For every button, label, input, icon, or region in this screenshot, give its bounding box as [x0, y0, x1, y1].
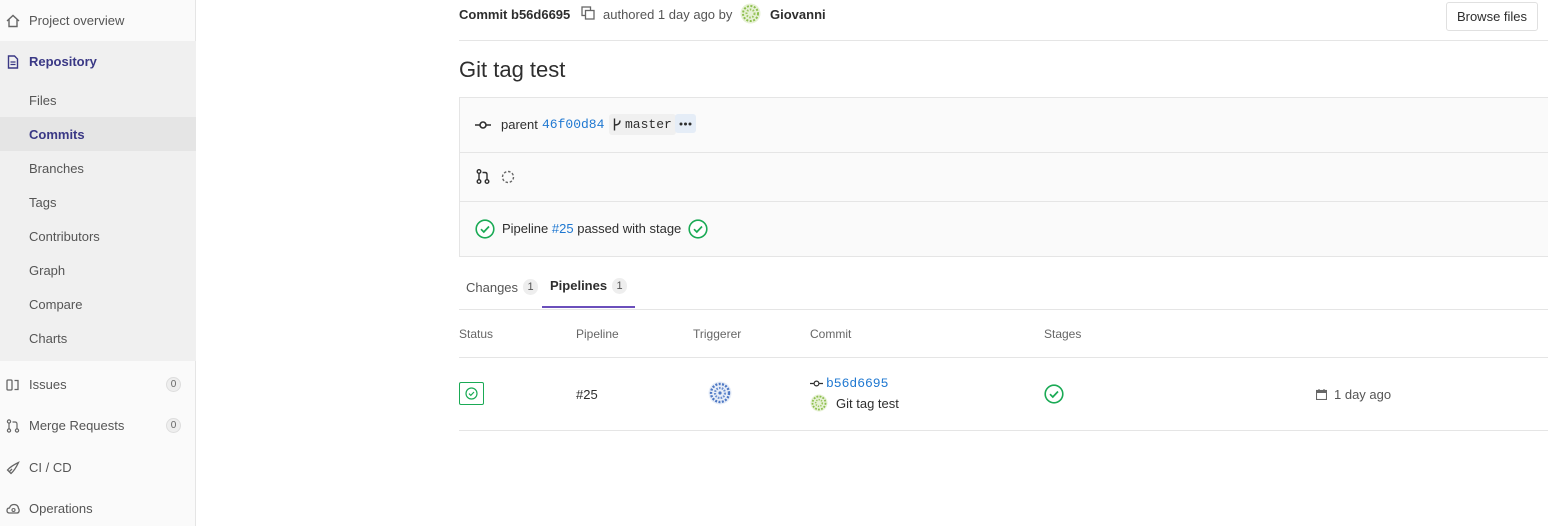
- sidebar-repository-group: Repository Files Commits Branches Tags C…: [0, 41, 196, 361]
- tab-label: Pipelines: [550, 278, 608, 293]
- sidebar-item-operations[interactable]: Operations: [0, 488, 196, 529]
- tab-pipelines[interactable]: Pipelines 1: [542, 265, 636, 308]
- column-header-commit: Commit: [810, 327, 852, 341]
- sidebar-item-label: Merge Requests: [29, 418, 125, 433]
- parent-sha-link[interactable]: 46f00d84: [542, 117, 604, 132]
- sidebar-item-label: Graph: [29, 262, 66, 278]
- parent-label: parent: [501, 117, 538, 132]
- branch-chip[interactable]: master: [609, 114, 676, 135]
- merge-requests-count-badge: 0: [166, 418, 181, 433]
- sidebar-item-issues[interactable]: Issues 0: [0, 364, 196, 405]
- sidebar-item-compare[interactable]: Compare: [0, 287, 196, 321]
- status-success-icon: [465, 387, 478, 400]
- copy-icon[interactable]: [581, 6, 595, 20]
- sidebar-item-label: Contributors: [29, 228, 100, 244]
- cloud-gear-icon: [6, 503, 20, 514]
- rocket-icon: [6, 460, 20, 474]
- merge-request-icon: [476, 169, 490, 184]
- stage-success-icon[interactable]: [688, 219, 708, 239]
- commit-author-avatar[interactable]: [810, 394, 828, 412]
- tab-changes[interactable]: Changes 1: [466, 265, 539, 309]
- sidebar-item-label: Project overview: [29, 13, 125, 28]
- sidebar-item-commits[interactable]: Commits: [0, 117, 196, 151]
- sidebar-item-label: Repository: [29, 54, 97, 69]
- sidebar-item-label: Operations: [29, 501, 93, 516]
- more-branches-button[interactable]: [675, 114, 696, 133]
- sidebar: Project overview Repository Files Commit…: [0, 0, 196, 526]
- sidebar-item-label: Issues: [29, 377, 67, 392]
- commit-title: Git tag test: [459, 57, 566, 82]
- merge-request-row: [460, 152, 1548, 202]
- triggerer-avatar[interactable]: [708, 381, 732, 405]
- column-header-triggerer: Triggerer: [693, 327, 742, 341]
- commit-icon: [810, 380, 823, 387]
- author-avatar[interactable]: [740, 3, 761, 24]
- sidebar-item-tags[interactable]: Tags: [0, 185, 196, 219]
- commit-title-link[interactable]: Git tag test: [836, 396, 899, 411]
- pipeline-status-row: Pipeline #25 passed with stage: [460, 201, 1548, 257]
- pipeline-time: 1 day ago: [1334, 387, 1392, 402]
- calendar-icon: [1316, 389, 1327, 400]
- author-name-link[interactable]: Giovanni: [770, 7, 826, 22]
- pipeline-status-text: Pipeline #25 passed with stage: [502, 221, 681, 236]
- commit-header-bar: Commit b56d6695 authored 1 day ago by Gi…: [459, 0, 1548, 41]
- table-row: #25 b56d6695 Git tag test 1 day ago: [459, 358, 1548, 431]
- commit-info-box: parent 46f00d84 master Pipeline #25 pass…: [459, 97, 1548, 257]
- sidebar-item-merge-requests[interactable]: Merge Requests 0: [0, 405, 196, 446]
- sidebar-item-branches[interactable]: Branches: [0, 151, 196, 185]
- pipeline-id-link[interactable]: #25: [552, 221, 574, 236]
- column-header-status: Status: [459, 327, 494, 341]
- branch-name: master: [625, 117, 672, 132]
- sidebar-item-label: Compare: [29, 296, 83, 312]
- merge-request-icon: [6, 418, 20, 433]
- commit-icon: [475, 121, 491, 129]
- issues-count-badge: 0: [166, 377, 181, 392]
- sidebar-item-graph[interactable]: Graph: [0, 253, 196, 287]
- column-header-stages: Stages: [1044, 327, 1082, 341]
- commit-label: Commit b56d6695: [459, 7, 571, 22]
- sidebar-item-label: Charts: [29, 330, 68, 346]
- document-icon: [7, 54, 19, 69]
- sidebar-item-label: Branches: [29, 160, 84, 176]
- browse-files-button[interactable]: Browse files: [1446, 2, 1538, 31]
- status-success-icon[interactable]: [475, 219, 495, 239]
- tab-count-badge: 1: [523, 279, 539, 295]
- sidebar-item-contributors[interactable]: Contributors: [0, 219, 196, 253]
- sidebar-item-project-overview[interactable]: Project overview: [0, 0, 196, 41]
- issues-icon: [6, 378, 19, 391]
- sidebar-item-label: Tags: [29, 194, 57, 210]
- home-icon: [6, 14, 20, 27]
- commit-sha-link[interactable]: b56d6695: [826, 376, 888, 391]
- sidebar-item-repository[interactable]: Repository: [0, 41, 196, 82]
- loading-spinner-icon: [501, 170, 515, 184]
- pipeline-id-link[interactable]: #25: [576, 387, 598, 402]
- status-badge[interactable]: [459, 382, 484, 405]
- tab-count-badge: 1: [612, 277, 628, 294]
- commit-tabs: Changes 1 Pipelines 1: [459, 265, 1548, 310]
- sidebar-item-charts[interactable]: Charts: [0, 321, 196, 355]
- column-header-pipeline: Pipeline: [576, 327, 619, 341]
- branch-icon: [613, 118, 621, 131]
- stage-success-icon[interactable]: [1044, 384, 1064, 404]
- pipeline-suffix: passed with stage: [577, 221, 682, 236]
- sidebar-item-label: Files: [29, 92, 57, 108]
- authored-text: authored 1 day ago by: [603, 7, 733, 22]
- sidebar-item-label: CI / CD: [29, 460, 72, 475]
- pipeline-prefix: Pipeline: [502, 221, 549, 236]
- ellipsis-icon: [679, 122, 692, 125]
- sidebar-item-label: Commits: [29, 126, 85, 142]
- sidebar-item-files[interactable]: Files: [0, 83, 196, 117]
- sidebar-item-cicd[interactable]: CI / CD: [0, 447, 196, 488]
- parent-row: parent 46f00d84 master: [460, 98, 1548, 153]
- tab-label: Changes: [466, 279, 519, 295]
